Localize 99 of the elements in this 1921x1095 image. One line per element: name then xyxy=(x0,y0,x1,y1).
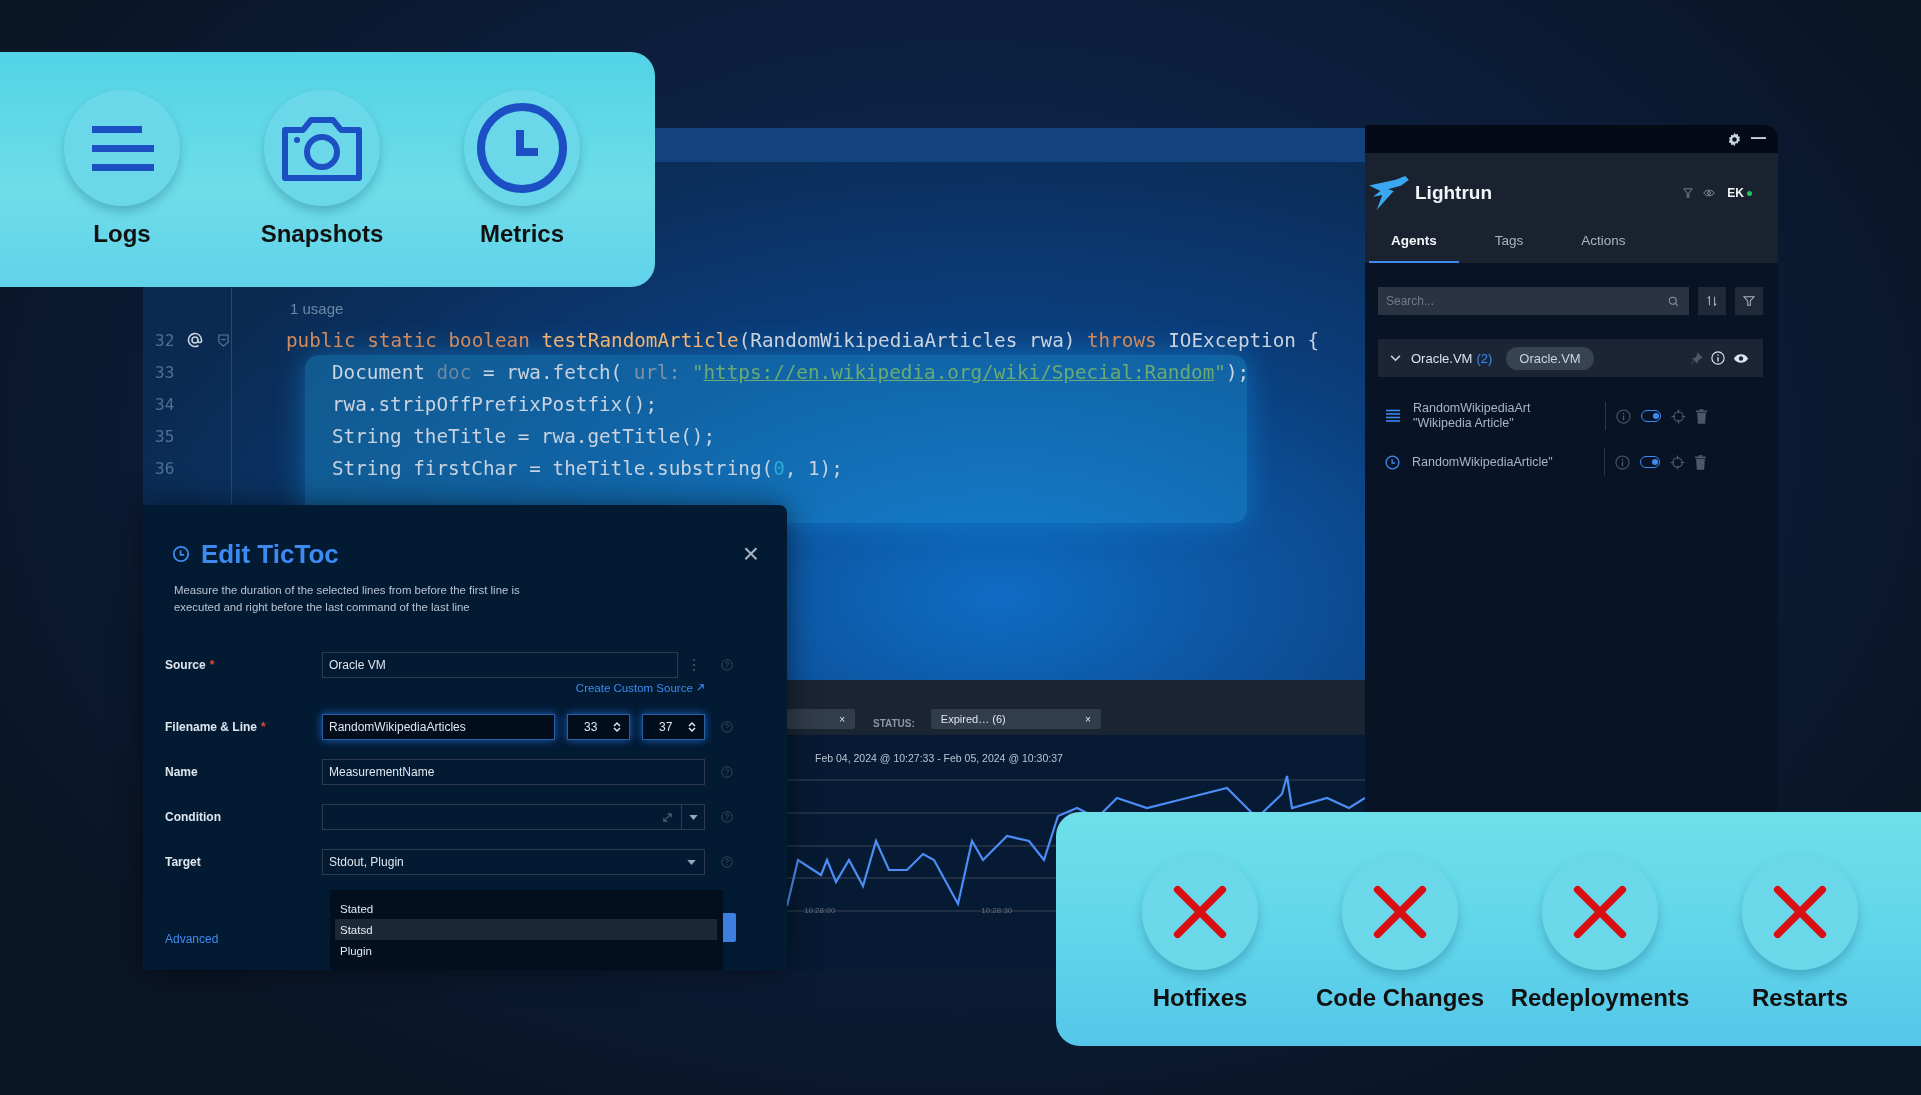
line-number: 34 xyxy=(155,394,176,414)
group-name: Oracle.VM xyxy=(1411,350,1473,366)
action-name[interactable]: RandomWikipediaArticle" xyxy=(1412,454,1594,470)
camera-icon xyxy=(264,90,380,206)
clock-icon xyxy=(464,90,580,206)
fold-icon[interactable] xyxy=(218,333,229,347)
help-icon[interactable] xyxy=(721,659,733,671)
source-field[interactable]: Oracle VM xyxy=(322,652,678,678)
remove-filter-button[interactable]: × xyxy=(839,713,845,725)
axis-tick-label: 10:28:00 xyxy=(804,906,836,915)
remove-filter-button[interactable]: × xyxy=(1085,713,1091,725)
condition-field[interactable] xyxy=(322,804,705,830)
dropdown-option[interactable]: Plugin xyxy=(335,940,717,961)
filter-label: STATUS: xyxy=(873,718,915,729)
cross-icon xyxy=(1342,854,1458,970)
trash-icon[interactable] xyxy=(1696,408,1707,424)
settings-icon[interactable] xyxy=(1727,131,1742,147)
tab[interactable]: Agents xyxy=(1369,233,1459,263)
line-number: 35 xyxy=(155,426,176,446)
tab[interactable]: Tags xyxy=(1472,233,1546,263)
crosshair-icon[interactable] xyxy=(1671,408,1686,424)
agent-group-row[interactable]: Oracle.VM (2) Oracle.VM xyxy=(1378,339,1763,377)
cross-icon xyxy=(1142,854,1258,970)
filename-field[interactable]: RandomWikipediaArticles xyxy=(322,714,555,740)
code-line: public static boolean testRandomArticle(RandomWikipediaArticles rwa) throws IOException { xyxy=(286,328,1320,352)
lines-icon xyxy=(64,90,180,206)
sort-icon xyxy=(1706,295,1718,307)
benefit-label: Code Changes xyxy=(1316,984,1484,1012)
group-count: (2) xyxy=(1476,350,1493,366)
minimize-icon[interactable] xyxy=(1751,137,1766,141)
close-button[interactable]: × xyxy=(742,538,759,570)
clock-icon xyxy=(172,545,190,563)
crosshair-icon[interactable] xyxy=(1670,454,1685,470)
code-line: Document doc = rwa.fetch( url: "https://en.wikipedia.org/wiki/Special:Random"); xyxy=(332,360,1250,384)
help-icon[interactable] xyxy=(721,856,733,868)
cross-icon xyxy=(1742,854,1858,970)
cross-icon xyxy=(1542,854,1658,970)
external-link-icon xyxy=(696,683,705,692)
search-field[interactable]: Search... xyxy=(1378,287,1689,315)
user-initials[interactable]: EK xyxy=(1727,186,1744,200)
target-dropdown[interactable]: Stdout, Plugin xyxy=(322,849,705,875)
filter-icon xyxy=(1743,295,1755,307)
benefit-label: Hotfixes xyxy=(1152,984,1248,1012)
chevron-icon[interactable] xyxy=(1390,354,1401,362)
stepper-icon[interactable] xyxy=(688,721,696,733)
field-label: Target xyxy=(164,855,202,869)
code-line: String firstChar = theTitle.substring(0, 1); xyxy=(332,456,843,480)
filter-icon[interactable] xyxy=(1683,188,1694,198)
code-line: String theTitle = rwa.getTitle(); xyxy=(332,424,716,448)
expand-icon[interactable] xyxy=(662,811,673,823)
dialog-title: Edit TicToc xyxy=(201,538,339,570)
filter-chip[interactable]: × xyxy=(787,709,855,729)
group-tag: Oracle.VM xyxy=(1506,346,1594,370)
stepper-icon[interactable] xyxy=(613,721,621,733)
line-number: 32 xyxy=(155,330,176,350)
feature-label: Logs xyxy=(93,220,151,248)
field-label: Condition xyxy=(164,810,222,824)
filter-button[interactable] xyxy=(1735,287,1763,315)
brand-name: Lightrun xyxy=(1415,182,1493,204)
filter-chip[interactable]: Expired… (6) × xyxy=(930,709,1101,729)
trash-icon[interactable] xyxy=(1695,454,1706,470)
annotation-icon[interactable] xyxy=(187,332,203,348)
help-icon[interactable] xyxy=(721,721,733,733)
dropdown-option[interactable]: Statsd xyxy=(335,919,717,940)
line-number: 36 xyxy=(155,458,176,478)
dropdown-option[interactable]: Stated xyxy=(335,898,717,919)
pin-icon[interactable] xyxy=(1690,351,1703,365)
clock-icon xyxy=(1385,454,1400,470)
field-label: Name xyxy=(164,765,199,779)
filter-value: Expired… (6) xyxy=(940,713,1006,725)
advanced-link[interactable]: Advanced xyxy=(165,932,219,946)
caret-icon xyxy=(687,859,696,865)
benefit-label: Restarts xyxy=(1751,984,1848,1012)
eye-icon[interactable] xyxy=(1733,352,1749,364)
logo-icon xyxy=(1367,174,1411,212)
sort-button[interactable] xyxy=(1698,287,1726,315)
benefit-label: Redeployments xyxy=(1510,984,1690,1012)
line-from-field[interactable]: 33 xyxy=(567,714,630,740)
search-icon xyxy=(1668,296,1679,307)
action-name[interactable]: RandomWikipediaArt "Wikipedia Article" xyxy=(1413,401,1595,431)
field-label: Filename & Line * xyxy=(164,720,267,734)
tab[interactable]: Actions xyxy=(1559,233,1648,263)
help-icon[interactable] xyxy=(721,766,733,778)
date-range: Feb 04, 2024 @ 10:27:33 - Feb 05, 2024 @ 10:30:37 xyxy=(814,751,1064,766)
help-icon[interactable] xyxy=(721,811,733,823)
more-icon[interactable] xyxy=(692,658,696,672)
line-number: 33 xyxy=(155,362,176,382)
name-field[interactable]: MeasurementName xyxy=(322,759,705,785)
axis-tick-label: 10:28:30 xyxy=(981,906,1013,915)
feature-label: Snapshots xyxy=(260,220,384,248)
line-to-field[interactable]: 37 xyxy=(642,714,705,740)
usage-hint[interactable]: 1 usage xyxy=(290,299,344,317)
caret-icon[interactable] xyxy=(688,814,698,820)
code-line: rwa.stripOffPrefixPostfix(); xyxy=(332,392,658,416)
feature-label: Metrics xyxy=(479,220,564,248)
dialog-description: Measure the duration of the selected lines from before the first line is executed and right before the last command of the last line xyxy=(174,583,521,615)
field-label: Source * xyxy=(164,658,216,672)
lines-icon xyxy=(1385,409,1401,423)
create-source-link[interactable]: Create Custom Source xyxy=(575,682,705,706)
